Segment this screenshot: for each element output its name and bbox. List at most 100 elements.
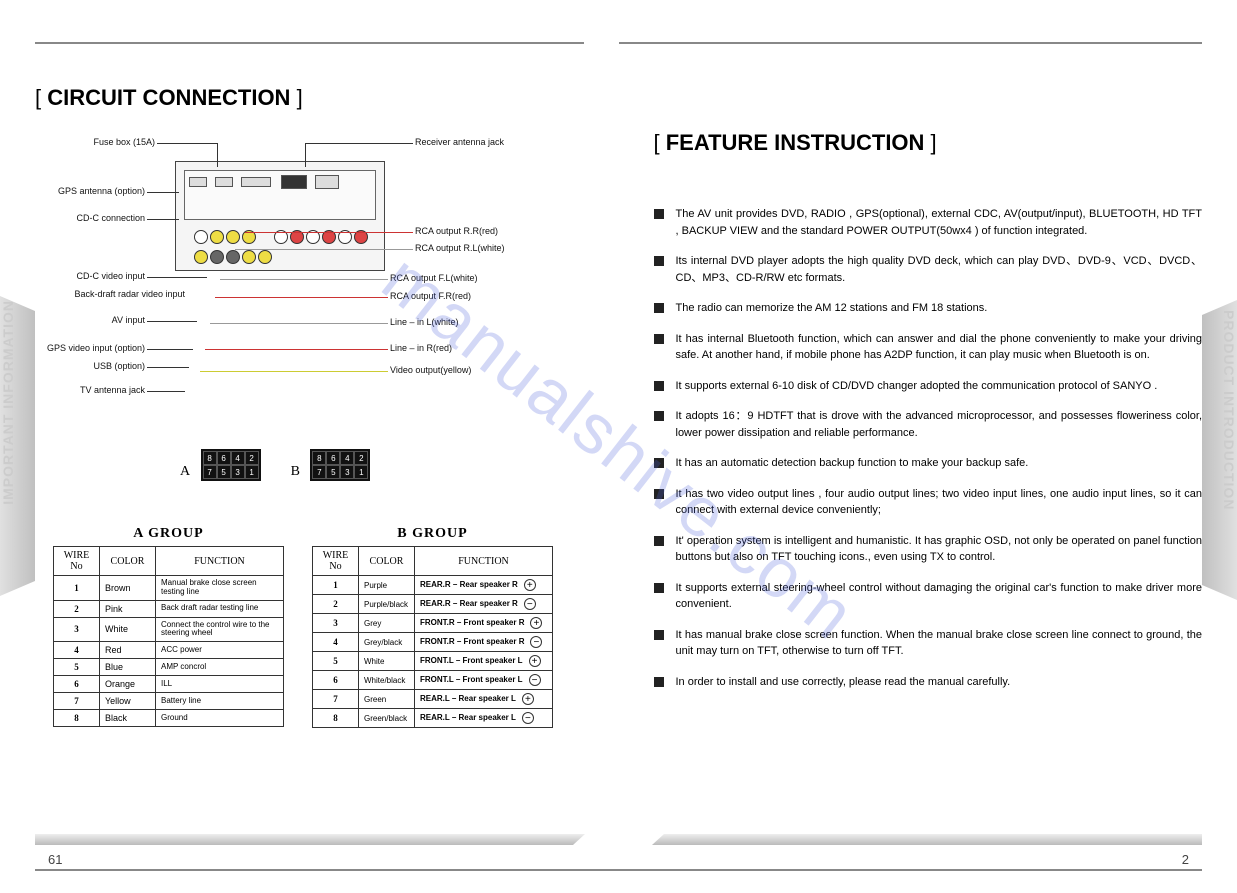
- group-tables: A GROUP WIRE No COLOR FUNCTION 1 Brown M…: [53, 526, 584, 728]
- label-tv-ant: TV antenna jack: [15, 385, 145, 395]
- feature-text: It adopts 16：9 HDTFT that is drove with …: [676, 408, 1203, 441]
- feature-list: The AV unit provides DVD, RADIO , GPS(op…: [654, 206, 1203, 690]
- rca-jack-icon: [210, 230, 224, 244]
- bullet-icon: [654, 489, 664, 499]
- polarity-icon: +: [529, 655, 541, 667]
- wire-func: FRONT.R – Front speaker R+: [415, 614, 553, 633]
- feature-text: It has internal Bluetooth function, whic…: [676, 331, 1203, 364]
- bullet-icon: [654, 381, 664, 391]
- left-page: [ CIRCUIT CONNECTION ]: [0, 0, 619, 893]
- wire-color: White: [100, 617, 156, 642]
- wire-color: White/black: [359, 671, 415, 690]
- rca-jack-icon: [258, 250, 272, 264]
- table-row: 5 Blue AMP concrol: [54, 659, 284, 676]
- wire-color: Black: [100, 710, 156, 727]
- table-row: 5 White FRONT.L – Front speaker L+: [313, 652, 553, 671]
- wire-color: White: [359, 652, 415, 671]
- wire-color: Orange: [100, 676, 156, 693]
- wire-func: REAR.L – Rear speaker L−: [415, 709, 553, 728]
- bottom-rule: [619, 869, 1203, 871]
- feature-item: Its internal DVD player adopts the high …: [654, 253, 1203, 286]
- manual-spread: IMPORTANT INFORMATION PRODUCT INTRODUCTI…: [0, 0, 1237, 893]
- connector-block: 8 6 4 2 7 5 3 1: [201, 449, 261, 481]
- wire-func: REAR.R – Rear speaker R−: [415, 595, 553, 614]
- label-cdc-video: CD-C video input: [15, 271, 145, 281]
- feature-item: It has internal Bluetooth function, whic…: [654, 331, 1203, 364]
- feature-text: It has two video output lines , four aud…: [676, 486, 1203, 519]
- label-rca-rl: RCA output R.L(white): [415, 243, 505, 253]
- wire-color: Grey: [359, 614, 415, 633]
- bullet-icon: [654, 583, 664, 593]
- bullet-icon: [654, 303, 664, 313]
- label-receiver-ant: Receiver antenna jack: [415, 137, 504, 147]
- table-row: 4 Red ACC power: [54, 642, 284, 659]
- bottom-bar: [35, 834, 585, 845]
- polarity-icon: +: [524, 579, 536, 591]
- wire-func: Manual brake close screen testing line: [156, 576, 284, 601]
- wire-icon: [220, 279, 388, 280]
- wire-no: 7: [54, 693, 100, 710]
- feature-item: It has two video output lines , four aud…: [654, 486, 1203, 519]
- table-row: 1 Brown Manual brake close screen testin…: [54, 576, 284, 601]
- feature-item: It supports external 6-10 disk of CD/DVD…: [654, 378, 1203, 395]
- rca-jack-icon: [242, 250, 256, 264]
- wire-icon: [235, 249, 413, 250]
- port-icon: [241, 177, 271, 187]
- polarity-icon: −: [529, 674, 541, 686]
- feature-item: It' operation system is intelligent and …: [654, 533, 1203, 566]
- bullet-icon: [654, 677, 664, 687]
- feature-item: It has manual brake close screen functio…: [654, 627, 1203, 660]
- wire-no: 5: [313, 652, 359, 671]
- wire-func: ACC power: [156, 642, 284, 659]
- feature-text: The AV unit provides DVD, RADIO , GPS(op…: [676, 206, 1203, 239]
- wire-no: 1: [313, 576, 359, 595]
- label-radar: Back-draft radar video input: [15, 289, 185, 299]
- polarity-icon: −: [530, 636, 542, 648]
- port-icon: [189, 177, 207, 187]
- feature-text: It supports external 6-10 disk of CD/DVD…: [676, 378, 1203, 395]
- feature-text: The radio can memorize the AM 12 station…: [676, 300, 1203, 317]
- wire-func: Back draft radar testing line: [156, 600, 284, 617]
- table-row: 2 Pink Back draft radar testing line: [54, 600, 284, 617]
- feature-text: In order to install and use correctly, p…: [676, 674, 1203, 691]
- group-a-table: WIRE No COLOR FUNCTION 1 Brown Manual br…: [53, 546, 284, 727]
- bullet-icon: [654, 536, 664, 546]
- label-cdc: CD-C connection: [15, 213, 145, 223]
- wire-no: 5: [54, 659, 100, 676]
- feature-text: It has an automatic detection backup fun…: [676, 455, 1203, 472]
- wire-color: Blue: [100, 659, 156, 676]
- upper-ports: [184, 170, 376, 220]
- connection-diagram: Fuse box (15A) GPS antenna (option) CD-C…: [45, 131, 584, 441]
- rca-jack-icon: [210, 250, 224, 264]
- group-a: A GROUP WIRE No COLOR FUNCTION 1 Brown M…: [53, 526, 284, 728]
- wire-func: REAR.L – Rear speaker L+: [415, 690, 553, 709]
- feature-text: It supports external steering-wheel cont…: [676, 580, 1203, 613]
- label-video-out: Video output(yellow): [390, 365, 471, 375]
- label-rca-rr: RCA output R.R(red): [415, 226, 498, 236]
- wire-color: Grey/black: [359, 633, 415, 652]
- wire-color: Purple: [359, 576, 415, 595]
- connector-row: A 8 6 4 2 7 5 3: [45, 449, 370, 481]
- group-b-table: WIRE No COLOR FUNCTION 1 Purple REAR.R –…: [312, 546, 553, 728]
- bottom-rule: [35, 869, 619, 871]
- table-row: 1 Purple REAR.R – Rear speaker R+: [313, 576, 553, 595]
- bullet-icon: [654, 411, 664, 421]
- wire-color: Purple/black: [359, 595, 415, 614]
- wire-color: Green/black: [359, 709, 415, 728]
- group-b: B GROUP WIRE No COLOR FUNCTION 1 Purple …: [312, 526, 553, 728]
- top-rule-left: [35, 42, 584, 44]
- polarity-icon: +: [522, 693, 534, 705]
- table-row: 8 Black Ground: [54, 710, 284, 727]
- wire-color: Yellow: [100, 693, 156, 710]
- bullet-icon: [654, 209, 664, 219]
- table-row: 2 Purple/black REAR.R – Rear speaker R−: [313, 595, 553, 614]
- wire-color: Brown: [100, 576, 156, 601]
- rca-jack-icon: [226, 230, 240, 244]
- wire-no: 8: [54, 710, 100, 727]
- wire-func: FRONT.L – Front speaker L−: [415, 671, 553, 690]
- wire-color: Red: [100, 642, 156, 659]
- label-rca-fr: RCA output F.R(red): [390, 291, 471, 301]
- top-rule-right: [619, 42, 1203, 44]
- feature-item: In order to install and use correctly, p…: [654, 674, 1203, 691]
- label-line-r: Line – in R(red): [390, 343, 452, 353]
